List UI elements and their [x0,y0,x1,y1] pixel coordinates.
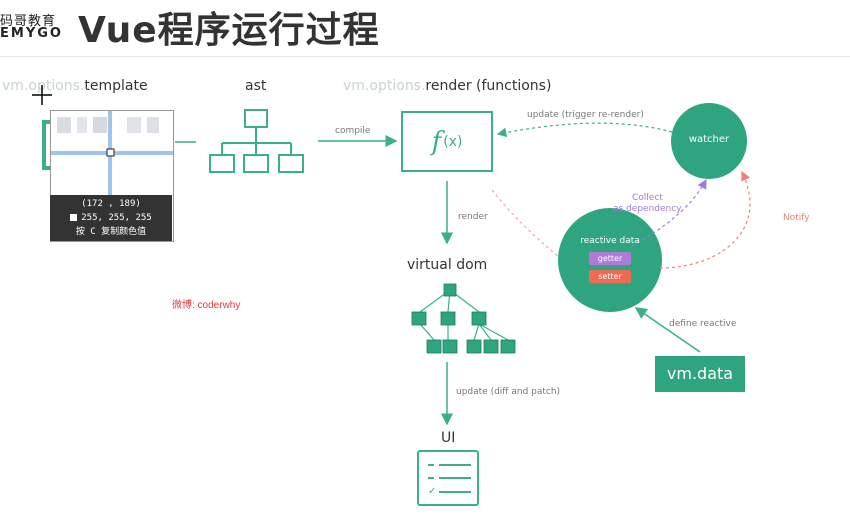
template-label: vm.options.template [2,78,148,94]
ui-label: UI [441,430,456,446]
render-label: vm.options.render (functions) [343,78,551,94]
collect-label-1: Collect [632,193,663,203]
arrow-notify [659,170,751,269]
template-label-main: template [84,78,148,94]
virtual-dom-label: virtual dom [407,257,488,273]
render-label-main: render (functions) [425,78,552,94]
render-edge-label: render [458,212,488,222]
virtual-dom-tree-icon [411,283,516,354]
ui-icon-line-3 [439,491,471,493]
notify-label: Notify [783,213,810,223]
ui-document-icon: ✓ [417,450,479,506]
function-symbol: f [431,126,442,157]
picker-rgb: 255, 255, 255 [81,213,152,223]
collect-label-2: as dependency [613,204,682,214]
color-picker-readout: (172 , 189) 255, 255, 255 按 C 复制颜色值 [50,195,172,241]
ast-label: ast [245,78,267,94]
picker-rgb-row: 255, 255, 255 [50,211,172,225]
setter-label: setter [598,272,622,281]
ui-icon-line-2 [439,477,471,479]
picker-hint: 按 C 复制颜色值 [75,227,147,237]
ui-icon-dash-1 [428,464,434,466]
watermark: 微博: coderwhy [172,300,241,311]
picker-coords: (172 , 189) [81,199,141,209]
update-diff-label: update (diff and patch) [456,387,561,397]
magnifier-zoom-view [51,111,173,196]
compile-label: compile [335,126,371,136]
ui-icon-line-1 [439,464,471,466]
update-trigger-label: update (trigger re-render) [527,110,644,120]
getter-label: getter [597,254,623,263]
vm-data-label: vm.data [666,364,734,383]
render-label-prefix: vm.options. [343,78,426,94]
ast-tree-icon [209,109,304,173]
arrow-render-getter [491,189,561,259]
arrow-define-reactive [634,307,701,353]
arrow-update-trigger [496,122,673,138]
crosshair-cursor-icon [32,85,52,105]
color-swatch-icon [70,214,78,221]
function-arg: (x) [443,133,463,150]
define-reactive-label: define reactive [669,319,737,329]
checkmark-icon: ✓ [428,486,437,497]
reactive-data-label: reactive data [580,236,640,246]
ui-icon-dash-2 [428,477,434,479]
render-function-text: f (x) [402,112,492,171]
watcher-label: watcher [688,134,730,145]
